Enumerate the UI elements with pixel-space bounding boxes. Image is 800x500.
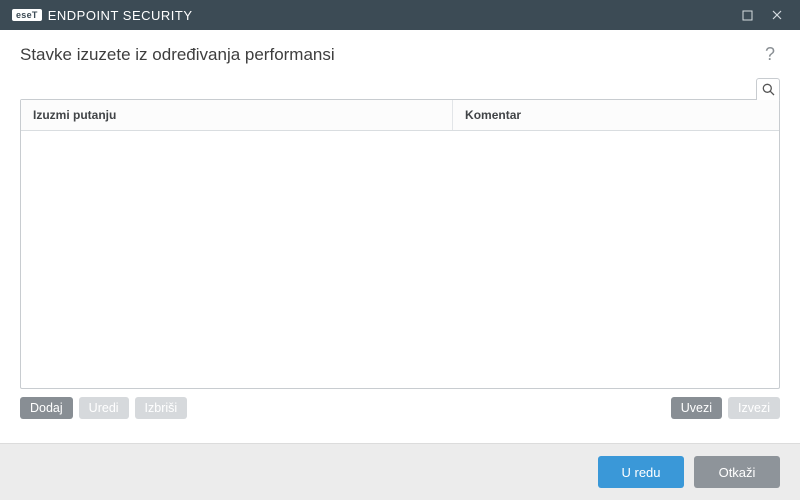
window-close-button[interactable] <box>762 0 792 30</box>
brand-badge: eseT <box>12 9 42 21</box>
add-button[interactable]: Dodaj <box>20 397 73 419</box>
column-header-comment[interactable]: Komentar <box>453 100 779 130</box>
page-title: Stavke izuzete iz određivanja performans… <box>20 45 335 65</box>
search-button[interactable] <box>756 78 780 100</box>
cancel-button[interactable]: Otkaži <box>694 456 780 488</box>
table-body[interactable] <box>21 131 779 388</box>
search-icon <box>762 83 775 96</box>
titlebar: eseT ENDPOINT SECURITY <box>0 0 800 30</box>
exclusions-table: Izuzmi putanju Komentar <box>20 99 780 389</box>
table-header: Izuzmi putanju Komentar <box>21 100 779 131</box>
help-button[interactable]: ? <box>760 44 780 65</box>
ok-button[interactable]: U redu <box>598 456 684 488</box>
column-header-path[interactable]: Izuzmi putanju <box>21 100 453 130</box>
page-header: Stavke izuzete iz određivanja performans… <box>0 30 800 77</box>
table-actions: Dodaj Uredi Izbriši Uvezi Izvezi <box>0 389 800 419</box>
help-icon: ? <box>765 44 775 64</box>
import-button[interactable]: Uvezi <box>671 397 722 419</box>
dialog-footer: U redu Otkaži <box>0 443 800 500</box>
edit-button: Uredi <box>79 397 129 419</box>
delete-button: Izbriši <box>135 397 188 419</box>
window-maximize-button[interactable] <box>732 0 762 30</box>
close-icon <box>771 9 783 21</box>
brand-product-name: ENDPOINT SECURITY <box>48 8 193 23</box>
table-toolbar <box>0 77 800 99</box>
content-area: Stavke izuzete iz određivanja performans… <box>0 30 800 500</box>
maximize-icon <box>742 10 753 21</box>
export-button: Izvezi <box>728 397 780 419</box>
